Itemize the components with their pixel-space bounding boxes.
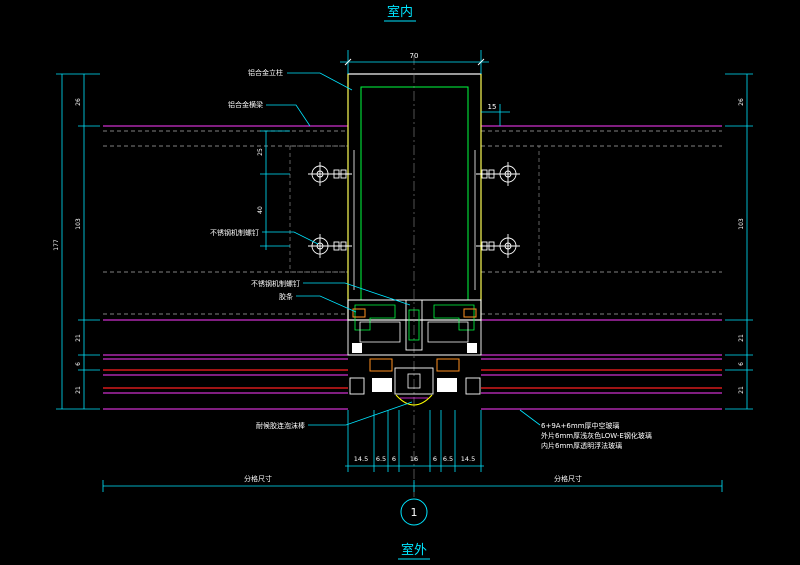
dim-left-chain bbox=[56, 73, 100, 410]
dim-grid-right: 分格尺寸 bbox=[554, 474, 582, 483]
glass-lines bbox=[103, 354, 722, 410]
dim-left-21a: 21 bbox=[75, 334, 82, 342]
bolt-icon bbox=[308, 234, 352, 258]
bolt-icon bbox=[476, 162, 520, 186]
label-screw-lower: 不锈钢机制螺钉 bbox=[251, 279, 300, 288]
dim-right-6: 6 bbox=[738, 362, 745, 366]
dim-bottom-label: 6 bbox=[433, 455, 437, 463]
dim-bottom-label: 14.5 bbox=[354, 455, 368, 463]
dim-bottom-labels: 14.5 6.5 6 16 6 6.5 14.5 bbox=[354, 455, 475, 463]
dim-inner-40: 40 bbox=[257, 206, 264, 214]
detail-number-badge: 1 bbox=[400, 498, 428, 526]
dim-top-width: 70 bbox=[340, 50, 489, 74]
dim-right-21a: 21 bbox=[738, 334, 745, 342]
dim-bottom-label: 16 bbox=[410, 455, 418, 463]
dim-bottom-label: 6.5 bbox=[376, 455, 386, 463]
dim-70-label: 70 bbox=[410, 52, 419, 60]
title-outdoor: 室外 bbox=[401, 542, 427, 558]
label-gasket: 胶条 bbox=[279, 292, 293, 301]
bolt-icon bbox=[476, 234, 520, 258]
dim-left-6: 6 bbox=[75, 362, 82, 366]
glazing-assembly bbox=[347, 299, 482, 406]
label-weather-rod: 耐候胶连泡沫棒 bbox=[256, 421, 305, 430]
dim-left-top: 26 bbox=[75, 98, 82, 106]
dim-15-label: 15 bbox=[488, 103, 497, 111]
label-transom: 铝合金横梁 bbox=[228, 100, 263, 109]
title-indoor: 室内 bbox=[387, 4, 413, 20]
dim-grid-left: 分格尺寸 bbox=[244, 474, 272, 483]
dim-bottom-label: 6 bbox=[392, 455, 396, 463]
dim-inner-25: 25 bbox=[257, 148, 264, 156]
dim-right-top: 26 bbox=[738, 98, 745, 106]
dim-bottom-label: 14.5 bbox=[461, 455, 475, 463]
detail-number: 1 bbox=[411, 506, 418, 519]
dim-right-offset: 15 bbox=[481, 103, 510, 126]
label-mullion: 铝合金立柱 bbox=[248, 68, 283, 77]
label-glass-1: 6+9A+6mm厚中空玻璃 bbox=[541, 421, 620, 430]
dim-left-total: 177 bbox=[53, 239, 60, 251]
dim-right-21b: 21 bbox=[738, 386, 745, 394]
dim-left-mid: 103 bbox=[75, 218, 82, 230]
dim-grid bbox=[102, 480, 723, 492]
cad-drawing: 室内 70 15 177 26 103 21 6 21 26 103 21 6 … bbox=[53, 4, 753, 560]
transom-lines bbox=[103, 125, 722, 321]
label-screw-upper: 不锈钢机制螺钉 bbox=[210, 228, 259, 237]
dim-right-chain bbox=[725, 73, 753, 410]
dim-bottom-label: 6.5 bbox=[443, 455, 453, 463]
label-glass-3: 内片6mm厚透明浮法玻璃 bbox=[541, 441, 622, 450]
mullion bbox=[347, 55, 482, 500]
bolt-icon bbox=[308, 162, 352, 186]
dim-left-21b: 21 bbox=[75, 386, 82, 394]
dim-right-mid: 103 bbox=[738, 218, 745, 230]
transom-frames bbox=[289, 145, 540, 273]
label-glass-2: 外片6mm厚浅灰色LOW-E钢化玻璃 bbox=[541, 431, 652, 440]
